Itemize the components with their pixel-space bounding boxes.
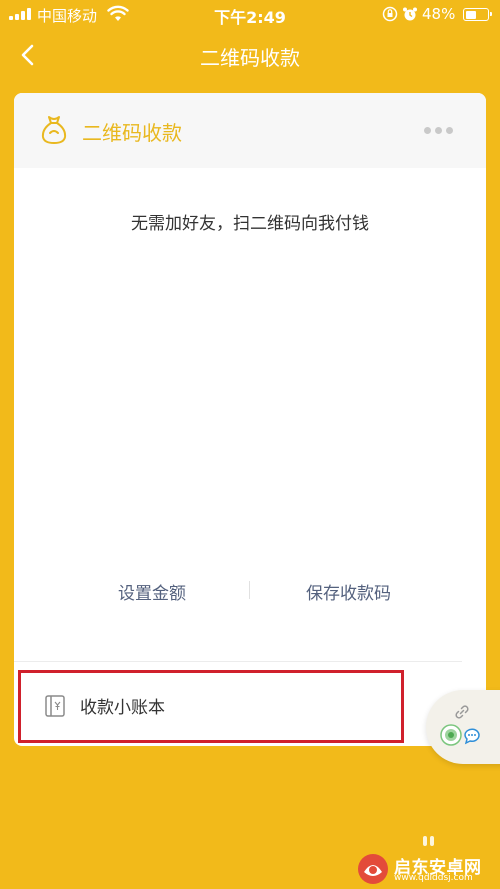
battery-percent: 48% xyxy=(422,5,456,23)
app-icon[interactable] xyxy=(440,724,462,746)
chat-icon[interactable] xyxy=(462,726,482,746)
battery-icon xyxy=(463,8,492,21)
divider xyxy=(14,661,462,662)
payment-description: 无需加好友，扫二维码向我付钱 xyxy=(131,214,369,234)
screen: 中国移动 下午2:49 48% 二维码收款 二维码收款 无需加好友，扫二维码向我… xyxy=(0,0,500,889)
card-header: 二维码收款 xyxy=(14,93,486,168)
card-title: 二维码收款 xyxy=(82,121,182,145)
status-bar: 中国移动 下午2:49 48% xyxy=(0,0,500,30)
page-title: 二维码收款 xyxy=(200,46,300,70)
nav-bar: 二维码收款 xyxy=(0,30,500,82)
save-qr-button[interactable]: 保存收款码 xyxy=(306,579,391,604)
card-actions: 设置金额 保存收款码 xyxy=(14,573,486,613)
highlight-box xyxy=(18,670,404,743)
watermark: 启东安卓网 www.qdlddsj.com xyxy=(356,852,496,886)
more-icon[interactable] xyxy=(424,127,454,135)
qr-payment-card: 二维码收款 无需加好友，扫二维码向我付钱 设置金额 保存收款码 收款小账本 xyxy=(14,93,486,746)
alarm-icon xyxy=(403,7,417,21)
battery-level xyxy=(465,10,476,19)
grip-icon xyxy=(423,836,435,848)
money-bag-icon xyxy=(41,116,67,144)
set-amount-button[interactable]: 设置金额 xyxy=(118,579,186,604)
link-icon[interactable] xyxy=(454,704,470,720)
divider xyxy=(249,581,250,599)
watermark-url: www.qdlddsj.com xyxy=(394,873,473,883)
floating-widget[interactable] xyxy=(426,690,500,764)
orientation-lock-icon xyxy=(382,6,398,22)
watermark-logo-icon xyxy=(358,854,388,884)
